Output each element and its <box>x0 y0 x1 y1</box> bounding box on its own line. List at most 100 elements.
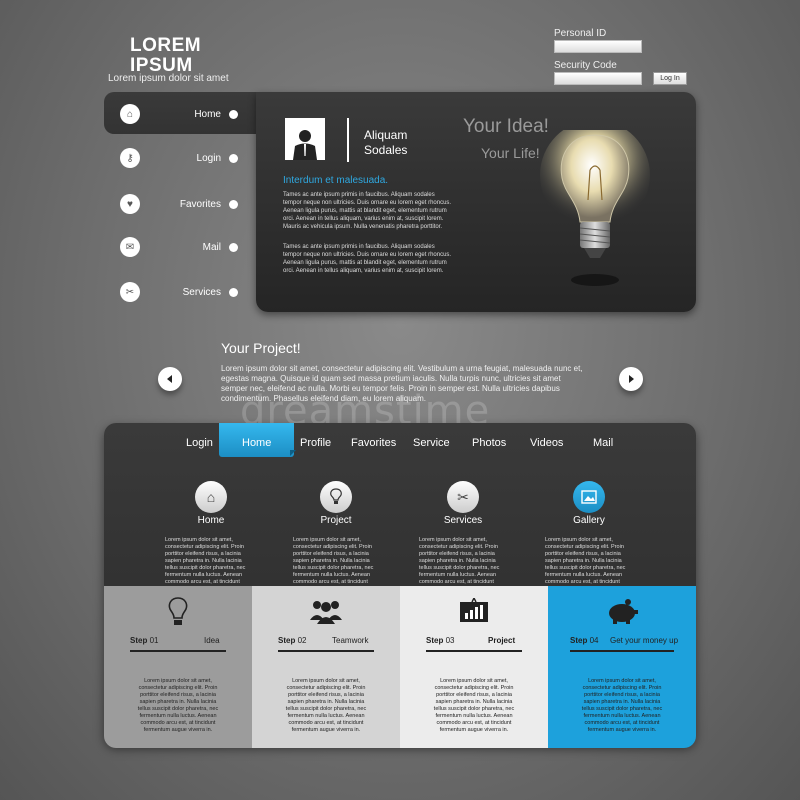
menu-photos[interactable]: Photos <box>472 437 506 449</box>
heart-icon: ♥ <box>120 194 140 214</box>
nav-dot <box>229 199 238 209</box>
feature-services-text: Lorem ipsum dolor sit amet, consectetur … <box>419 537 500 592</box>
side-nav-mail[interactable]: ✉ Mail <box>110 233 238 261</box>
next-arrow-button[interactable] <box>619 367 643 391</box>
step-2-text: Lorem ipsum dolor sit amet, consectetur … <box>285 678 367 733</box>
nav-dot <box>229 109 238 119</box>
logo-title-line1: LOREM <box>130 35 202 56</box>
menu-login[interactable]: Login <box>186 437 213 449</box>
mail-icon: ✉ <box>120 237 140 257</box>
arrow-right-icon <box>629 375 634 383</box>
tools-icon: ✂ <box>120 282 140 302</box>
feature-project-text: Lorem ipsum dolor sit amet, consectetur … <box>293 537 374 592</box>
logo-subtitle: Lorem ipsum dolor sit amet <box>108 73 229 84</box>
feature-home-text: Lorem ipsum dolor sit amet, consectetur … <box>165 537 246 592</box>
key-icon: ⚷ <box>120 148 140 168</box>
profile-divider <box>347 118 349 162</box>
menu-mail[interactable]: Mail <box>593 437 613 449</box>
piggy-bank-icon <box>609 599 638 624</box>
step-3-text: Lorem ipsum dolor sit amet, consectetur … <box>433 678 515 733</box>
step-4-text: Lorem ipsum dolor sit amet, consectetur … <box>581 678 663 733</box>
login-button[interactable]: Log In <box>653 72 687 85</box>
idea-headline: Your Idea! <box>463 116 549 137</box>
nav-dot <box>229 153 238 163</box>
menu-home[interactable]: Home <box>242 437 271 449</box>
feature-services-icon[interactable]: ✂ <box>447 481 479 513</box>
lightbulb-icon <box>540 130 650 286</box>
step-2-title: Teamwork <box>332 636 369 645</box>
step-4-card: Step 04 Get your money up Lorem ipsum do… <box>548 586 696 748</box>
gallery-icon <box>581 490 597 504</box>
step-4-word: Step <box>570 636 588 645</box>
arrow-left-icon <box>167 375 172 383</box>
profile-name: Aliquam Sodales <box>364 128 407 158</box>
logo-title: LOREM IPSUM <box>130 36 201 76</box>
profile-name-line2: Sodales <box>364 143 408 157</box>
step-3-word: Step <box>426 636 444 645</box>
profile-subheading: Interdum et malesuada. <box>283 175 389 186</box>
step-1-title: Idea <box>204 636 220 645</box>
step-3-heading: Step 03 <box>426 636 454 645</box>
step-3-line <box>426 650 522 652</box>
side-nav-login-label: Login <box>196 152 221 164</box>
profile-paragraph-1: Tames ac ante ipsum primis in faucibus. … <box>283 192 452 230</box>
step-2-card: Step 02 Teamwork Lorem ipsum dolor sit a… <box>252 586 400 748</box>
nav-dot <box>229 242 238 252</box>
step-3-title: Project <box>488 636 516 645</box>
menu-favorites[interactable]: Favorites <box>351 437 396 449</box>
step-2-word: Step <box>278 636 296 645</box>
team-icon <box>310 601 342 624</box>
personal-id-label: Personal ID <box>554 28 607 39</box>
feature-project-label: Project <box>320 515 352 526</box>
step-1-card: Step 01 Idea Lorem ipsum dolor sit amet,… <box>104 586 252 748</box>
profile-paragraph-2: Tames ac ante ipsum primis in faucibus. … <box>283 244 452 274</box>
avatar <box>285 118 325 160</box>
side-nav-services[interactable]: ✂ Services <box>110 278 238 306</box>
side-nav-mail-label: Mail <box>202 241 221 253</box>
project-title: Your Project! <box>221 340 301 356</box>
person-icon <box>293 130 317 160</box>
feature-gallery-label: Gallery <box>573 515 605 526</box>
step-2-heading: Step 02 <box>278 636 306 645</box>
personal-id-input[interactable] <box>554 40 642 53</box>
side-nav-home[interactable]: ⌂ Home <box>110 100 238 128</box>
security-code-label: Security Code <box>554 60 617 71</box>
menu-profile[interactable]: Profile <box>300 437 331 449</box>
menu-service[interactable]: Service <box>413 437 450 449</box>
step-4-line <box>570 650 674 652</box>
security-code-input[interactable] <box>554 72 642 85</box>
feature-home-label: Home <box>197 515 225 526</box>
step-3-num: 03 <box>445 636 455 645</box>
side-nav-services-label: Services <box>182 286 221 298</box>
side-nav-login[interactable]: ⚷ Login <box>110 144 238 172</box>
side-nav-favorites[interactable]: ♥ Favorites <box>110 190 238 218</box>
step-2-num: 02 <box>297 636 307 645</box>
home-icon: ⌂ <box>120 104 140 124</box>
feature-gallery-icon[interactable] <box>573 481 605 513</box>
side-nav-home-label: Home <box>194 108 221 120</box>
step-2-line <box>278 650 374 652</box>
feature-home-icon[interactable]: ⌂ <box>195 481 227 513</box>
profile-name-line1: Aliquam <box>364 128 408 142</box>
chart-icon <box>460 598 488 622</box>
menu-active-fold <box>290 450 296 456</box>
step-4-heading: Step 04 <box>570 636 598 645</box>
step-1-line <box>130 650 226 652</box>
bulb-icon <box>330 488 342 504</box>
bulb-icon <box>168 597 188 625</box>
step-1-text: Lorem ipsum dolor sit amet, consectetur … <box>137 678 219 733</box>
feature-project-icon[interactable] <box>320 481 352 513</box>
feature-services-label: Services <box>443 515 483 526</box>
step-3-card: Step 03 Project Lorem ipsum dolor sit am… <box>400 586 548 748</box>
idea-subheadline: Your Life! <box>481 145 540 161</box>
side-nav-favorites-label: Favorites <box>179 198 221 210</box>
menu-videos[interactable]: Videos <box>530 437 563 449</box>
step-1-num: 01 <box>149 636 159 645</box>
step-1-heading: Step 01 <box>130 636 158 645</box>
step-4-num: 04 <box>589 636 599 645</box>
nav-dot <box>229 287 238 297</box>
step-1-word: Step <box>130 636 148 645</box>
prev-arrow-button[interactable] <box>158 367 182 391</box>
step-4-title: Get your money up <box>610 636 679 645</box>
feature-gallery-text: Lorem ipsum dolor sit amet, consectetur … <box>545 537 626 592</box>
